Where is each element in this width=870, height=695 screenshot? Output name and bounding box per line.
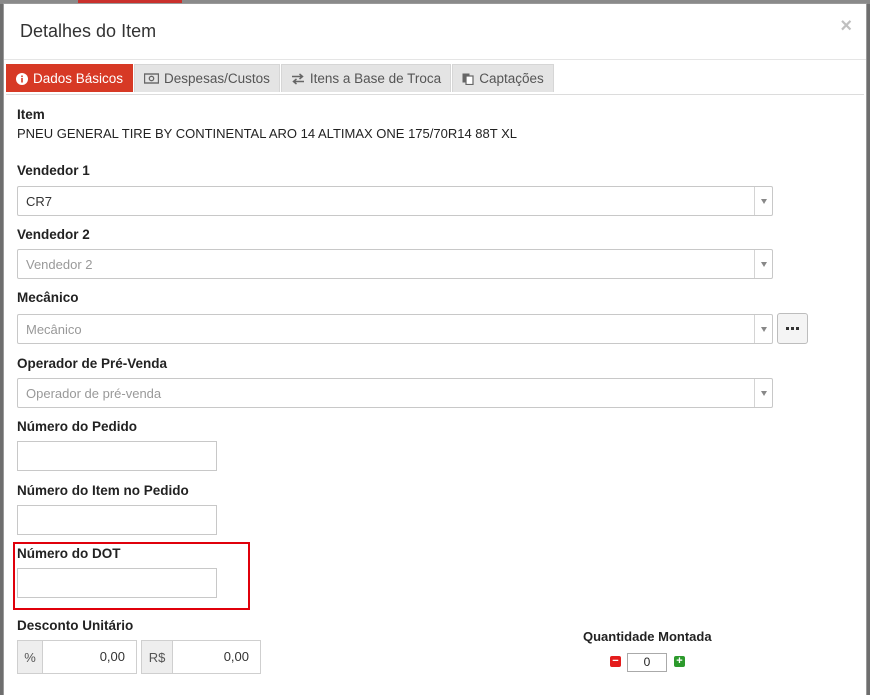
item-value: PNEU GENERAL TIRE BY CONTINENTAL ARO 14 … (17, 126, 517, 141)
quantidade-label: Quantidade Montada (583, 629, 712, 644)
operador-select[interactable]: Operador de pré-venda (17, 378, 773, 408)
vendedor2-label: Vendedor 2 (17, 227, 90, 242)
paste-icon (462, 72, 474, 85)
mecanico-placeholder: Mecânico (26, 322, 82, 337)
vendedor1-select[interactable]: CR7 (17, 186, 773, 216)
item-details-modal: Detalhes do Item × Dados Básicos Despesa… (3, 3, 867, 695)
modal-header: Detalhes do Item × (4, 4, 866, 60)
desconto-percent-input[interactable]: 0,00 (43, 640, 137, 674)
currency-addon: R$ (141, 640, 173, 674)
numero-item-pedido-input[interactable] (17, 505, 217, 535)
more-options-button[interactable] (777, 313, 808, 344)
item-label: Item (17, 107, 45, 122)
chevron-down-icon[interactable] (754, 250, 772, 278)
tab-label: Dados Básicos (33, 71, 124, 86)
mecanico-select[interactable]: Mecânico (17, 314, 773, 344)
numero-item-pedido-label: Número do Item no Pedido (17, 483, 189, 498)
ellipsis-icon (791, 327, 794, 330)
tab-captacoes[interactable]: Captações (452, 64, 554, 92)
chevron-down-icon[interactable] (754, 315, 772, 343)
numero-pedido-input[interactable] (17, 441, 217, 471)
vendedor1-label: Vendedor 1 (17, 163, 90, 178)
numero-dot-input[interactable] (17, 568, 217, 598)
operador-placeholder: Operador de pré-venda (26, 386, 162, 401)
tab-label: Despesas/Custos (164, 71, 270, 86)
percent-addon: % (17, 640, 43, 674)
plus-icon[interactable]: + (674, 656, 685, 667)
tab-bar: Dados Básicos Despesas/Custos Itens a Ba… (6, 64, 555, 92)
tab-despesas-custos[interactable]: Despesas/Custos (134, 64, 280, 92)
desconto-label: Desconto Unitário (17, 618, 134, 633)
tabs-divider (6, 94, 864, 95)
chevron-down-icon[interactable] (754, 187, 772, 215)
vendedor2-placeholder: Vendedor 2 (26, 257, 93, 272)
exchange-icon (291, 72, 305, 85)
tab-label: Captações (479, 71, 544, 86)
ellipsis-icon (796, 327, 799, 330)
minus-icon[interactable]: − (610, 656, 621, 667)
vendedor1-value: CR7 (26, 194, 53, 209)
tab-itens-base-troca[interactable]: Itens a Base de Troca (280, 64, 452, 92)
numero-pedido-label: Número do Pedido (17, 419, 138, 434)
tab-dados-basicos[interactable]: Dados Básicos (6, 64, 134, 92)
operador-label: Operador de Pré-Venda (17, 356, 168, 371)
money-icon (144, 73, 160, 84)
vendedor2-select[interactable]: Vendedor 2 (17, 249, 773, 279)
ellipsis-icon (786, 327, 789, 330)
desconto-currency-input[interactable]: 0,00 (173, 640, 261, 674)
close-icon[interactable]: × (840, 15, 852, 38)
info-circle-icon (16, 72, 28, 85)
chevron-down-icon[interactable] (754, 379, 772, 407)
numero-dot-label: Número do DOT (17, 546, 121, 561)
modal-title: Detalhes do Item (20, 21, 157, 41)
quantidade-input[interactable]: 0 (627, 653, 667, 672)
mecanico-label: Mecânico (17, 290, 79, 305)
tab-label: Itens a Base de Troca (309, 71, 442, 86)
